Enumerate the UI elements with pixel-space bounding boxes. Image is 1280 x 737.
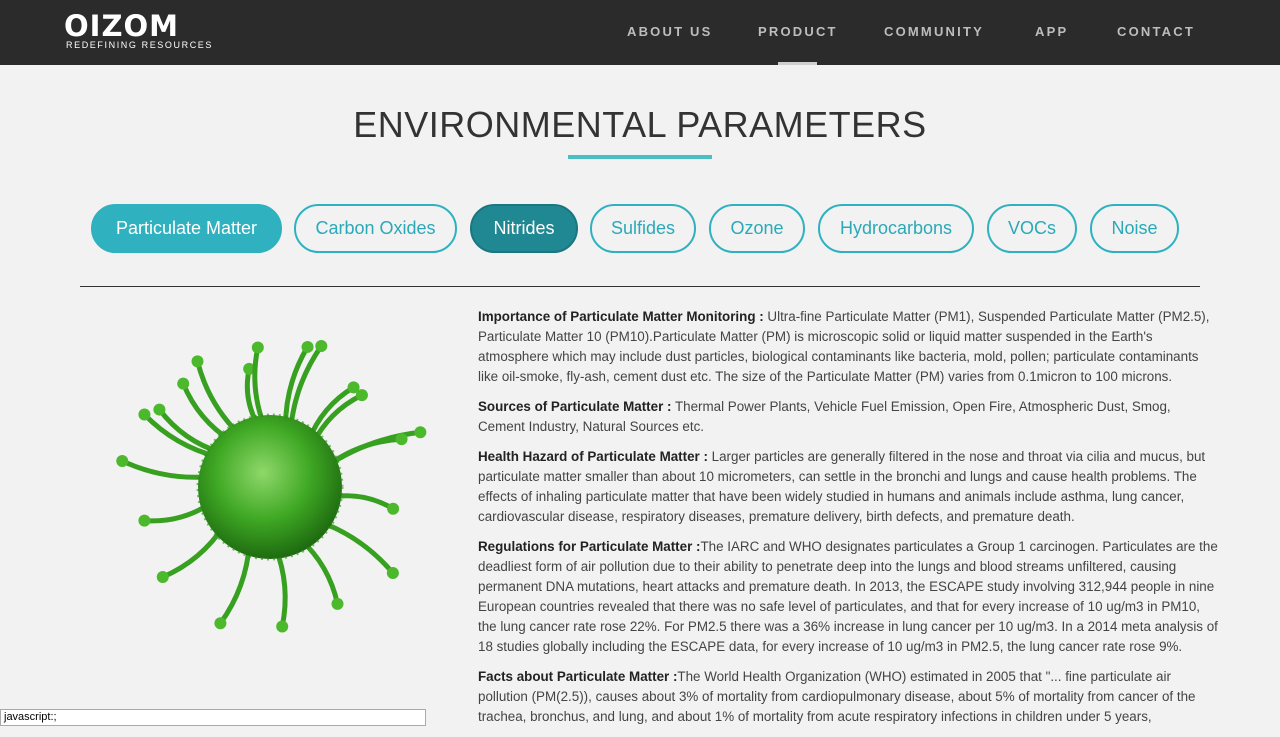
section-importance: Importance of Particulate Matter Monitor… (478, 307, 1218, 387)
section-health-hazard: Health Hazard of Particulate Matter : La… (478, 447, 1218, 527)
section-heading: Regulations for Particulate Matter : (478, 539, 701, 554)
parameter-description: Importance of Particulate Matter Monitor… (478, 307, 1218, 737)
tab-particulate-matter[interactable]: Particulate Matter (91, 204, 282, 253)
tab-nitrides[interactable]: Nitrides (470, 204, 578, 253)
page-title: ENVIRONMENTAL PARAMETERS (353, 104, 927, 145)
tab-carbon-oxides[interactable]: Carbon Oxides (294, 204, 457, 253)
tab-noise[interactable]: Noise (1090, 204, 1179, 253)
section-heading: Importance of Particulate Matter Monitor… (478, 309, 764, 324)
brand-logo[interactable]: OIZOM REDEFINING RESOURCES (64, 9, 211, 52)
top-navbar: OIZOM REDEFINING RESOURCES ABOUT US PROD… (0, 0, 1280, 65)
nav-product[interactable]: PRODUCT (758, 24, 838, 39)
section-heading: Sources of Particulate Matter : (478, 399, 672, 414)
brand-name: OIZOM (64, 9, 179, 43)
tab-hydrocarbons[interactable]: Hydrocarbons (818, 204, 974, 253)
tab-vocs[interactable]: VOCs (987, 204, 1077, 253)
tab-ozone[interactable]: Ozone (709, 204, 805, 253)
nav-community[interactable]: COMMUNITY (884, 24, 984, 39)
section-sources: Sources of Particulate Matter : Thermal … (478, 397, 1218, 437)
section-heading: Facts about Particulate Matter : (478, 669, 678, 684)
virus-icon (100, 312, 440, 657)
browser-status-bar: javascript:; (0, 709, 426, 726)
section-facts: Facts about Particulate Matter :The Worl… (478, 667, 1218, 727)
nav-app[interactable]: APP (1035, 24, 1068, 39)
title-underline (568, 155, 712, 159)
tab-sulfides[interactable]: Sulfides (590, 204, 696, 253)
section-divider (80, 286, 1200, 287)
section-regulations: Regulations for Particulate Matter :The … (478, 537, 1218, 657)
brand-tagline: REDEFINING RESOURCES (66, 40, 214, 50)
nav-contact[interactable]: CONTACT (1117, 24, 1195, 39)
section-heading: Health Hazard of Particulate Matter : (478, 449, 708, 464)
nav-active-indicator (778, 62, 817, 65)
section-text: The IARC and WHO designates particulates… (478, 539, 1218, 654)
nav-about-us[interactable]: ABOUT US (627, 24, 713, 39)
